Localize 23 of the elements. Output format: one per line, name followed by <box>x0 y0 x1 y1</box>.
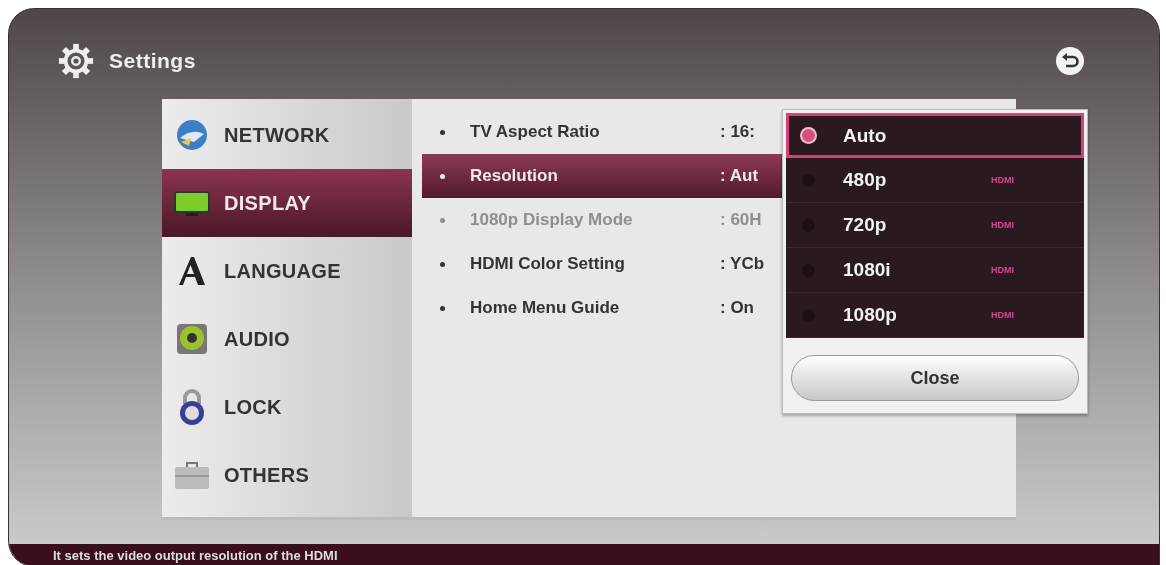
speaker-icon <box>174 322 210 356</box>
bullet-icon <box>440 217 445 223</box>
bullet-icon <box>440 129 445 135</box>
sidebar-item[interactable]: OTHERS <box>162 441 412 509</box>
resolution-option[interactable]: Auto <box>786 113 1084 158</box>
sidebar-item[interactable]: NETWORK <box>162 101 412 169</box>
resolution-option[interactable]: 720p HDMI <box>786 203 1084 248</box>
sidebar-item[interactable]: DISPLAY <box>162 169 412 237</box>
close-button[interactable]: Close <box>791 355 1079 401</box>
resolution-option[interactable]: 1080p HDMI <box>786 293 1084 338</box>
bullet-icon <box>440 173 445 179</box>
bullet-icon <box>440 305 445 311</box>
settings-icon <box>57 42 95 80</box>
sidebar-item[interactable]: LANGUAGE <box>162 237 412 305</box>
sidebar-item[interactable]: AUDIO <box>162 305 412 373</box>
resolution-option[interactable]: 1080i HDMI <box>786 248 1084 293</box>
sidebar-item[interactable]: LOCK <box>162 373 412 441</box>
window-title: Settings <box>109 49 196 73</box>
back-icon[interactable] <box>1055 46 1085 76</box>
resolution-option[interactable]: 480p HDMI <box>786 158 1084 203</box>
globe-icon <box>174 118 210 152</box>
bullet-icon <box>440 261 445 267</box>
help-text: It sets the video output resolution of the HDMI <box>53 547 338 563</box>
